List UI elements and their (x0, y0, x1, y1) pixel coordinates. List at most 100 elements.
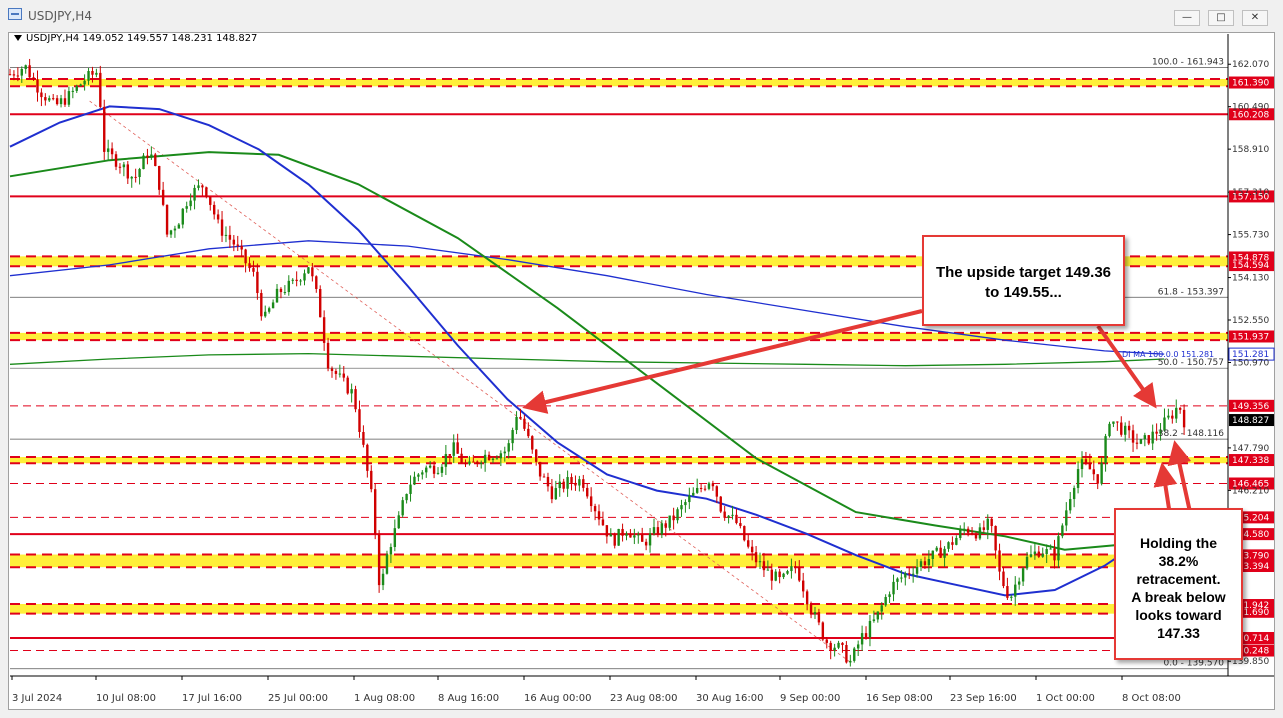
candle-body (448, 454, 451, 456)
fib-level-label: 38.2 - 148.116 (1158, 429, 1224, 439)
upside-target-callout: The upside target 149.36 to 149.55... (922, 235, 1125, 326)
time-tick-label: 1 Oct 00:00 (1036, 693, 1095, 704)
candle-body (904, 573, 907, 578)
candle-body (440, 466, 444, 473)
price-tick-label: 147.790 (1232, 444, 1269, 454)
candle-body (739, 523, 742, 527)
candle-body (853, 648, 856, 661)
candle-body (275, 288, 279, 303)
candle-body (648, 533, 652, 546)
candle-body (1014, 584, 1017, 597)
time-tick-label: 16 Aug 00:00 (524, 693, 591, 704)
price-label: 151.281 (1232, 350, 1269, 360)
candle-body (1108, 423, 1111, 437)
candle-body (1057, 536, 1060, 561)
candle-body (366, 444, 369, 471)
candle-body (817, 612, 821, 623)
time-tick-label: 23 Aug 08:00 (610, 693, 677, 704)
candle-body (633, 535, 636, 538)
candle-body (802, 580, 805, 592)
candle-body (935, 547, 938, 551)
candle-body (405, 493, 408, 501)
candle-body (970, 532, 974, 534)
candle-body (644, 541, 648, 546)
candle-body (103, 106, 106, 152)
candle-body (24, 65, 27, 70)
price-chart[interactable]: 100.0 - 161.943 61.8 - 153.397 50.0 - 150.… (0, 0, 1283, 718)
price-label: 151.937 (1232, 332, 1269, 342)
candle-body (389, 546, 393, 555)
candle-body (460, 453, 463, 463)
candle-body (947, 542, 950, 549)
candle-body (397, 515, 400, 529)
candle-body (220, 219, 224, 236)
candle-body (36, 79, 39, 93)
candle-body (487, 454, 491, 461)
candle-body (892, 581, 895, 595)
candle-body (900, 577, 903, 579)
candle-body (1088, 463, 1092, 470)
time-tick-label: 23 Sep 16:00 (950, 693, 1017, 704)
candle-body (385, 554, 389, 574)
candle-body (845, 645, 848, 663)
candle-body (326, 342, 330, 369)
candle-body (154, 154, 157, 166)
candle-body (821, 622, 825, 640)
time-tick-label: 25 Jul 00:00 (268, 693, 328, 704)
candle-body (12, 74, 16, 76)
candle-body (743, 526, 746, 541)
candle-body (601, 519, 605, 526)
candle-body (283, 292, 287, 294)
price-axis (10, 34, 1275, 680)
candle-body (963, 528, 966, 530)
candle-body (684, 502, 687, 506)
candle-body (931, 550, 934, 560)
candle-body (1175, 407, 1178, 419)
candle-body (1010, 596, 1013, 598)
candle-body (212, 204, 216, 215)
candle-body (707, 483, 711, 489)
candle-body (472, 461, 475, 463)
candle-body (915, 566, 919, 574)
candle-body (28, 65, 31, 78)
ma-200-green-line (9, 352, 1165, 367)
candle-body (373, 489, 377, 534)
candle-body (951, 542, 954, 545)
candle-body (350, 389, 353, 394)
symbol-ohlc-readout: USDJPY,H4 149.052 149.557 148.231 148.82… (14, 33, 257, 44)
candle-body (908, 573, 911, 575)
candle-body (48, 98, 51, 101)
candle-body (252, 268, 255, 272)
candle-body (51, 98, 55, 100)
candle-body (880, 605, 883, 612)
price-label: 160.208 (1232, 110, 1269, 120)
candle-body (342, 373, 345, 378)
price-tick-label: 162.070 (1232, 60, 1269, 70)
candle-body (527, 428, 530, 437)
candle-body (44, 97, 47, 101)
candle-body (586, 487, 589, 497)
candle-body (1135, 442, 1139, 444)
candle-body (1076, 469, 1080, 488)
ma-overlay-label: DI MA 100.0.0 151.281 (1122, 350, 1214, 359)
candle-body (1123, 425, 1127, 435)
candle-body (279, 288, 283, 293)
candle-body (542, 476, 546, 478)
candle-body (480, 462, 483, 464)
candle-body (507, 443, 510, 452)
candle-body (428, 465, 432, 468)
candle-body (1112, 421, 1115, 424)
candle-body (377, 533, 381, 586)
candle-body (727, 515, 730, 518)
candle-body (860, 633, 864, 645)
fib-trendline (89, 100, 852, 663)
candle-body (613, 534, 616, 546)
candle-body (232, 239, 236, 245)
candle-body (641, 534, 644, 542)
candle-body (201, 185, 204, 188)
candle-body (534, 449, 538, 462)
candle-body (1131, 430, 1135, 443)
candle-body (597, 511, 601, 520)
candle-body (805, 591, 809, 605)
candle-body (464, 462, 467, 465)
